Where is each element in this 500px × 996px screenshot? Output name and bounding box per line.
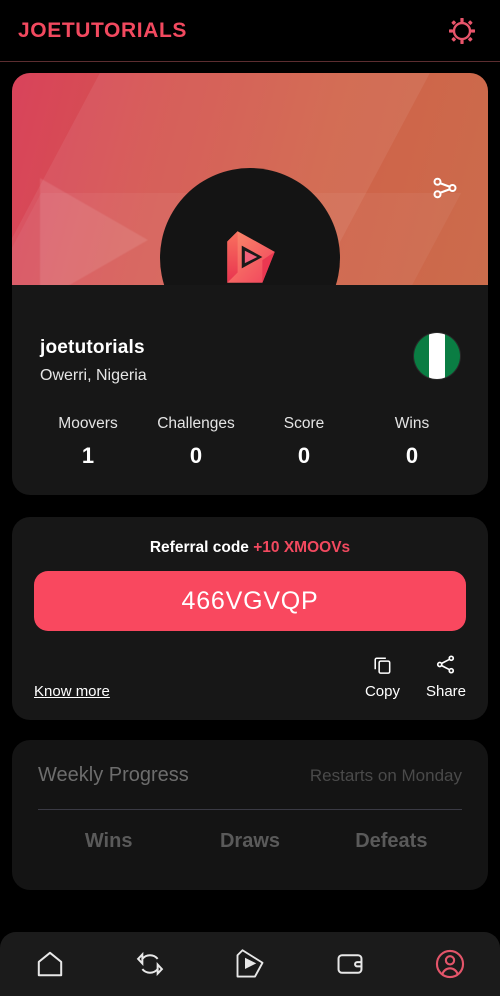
referral-actions: Copy Share bbox=[365, 653, 466, 700]
share-icon bbox=[433, 177, 457, 199]
weekly-restart-note: Restarts on Monday bbox=[309, 766, 462, 785]
know-more-link[interactable]: Know more bbox=[34, 683, 110, 700]
stat-moovers: Moovers 1 bbox=[34, 415, 142, 469]
weekly-col-wins: Wins bbox=[84, 830, 133, 852]
nigeria-flag bbox=[414, 333, 460, 379]
share-icon bbox=[437, 655, 455, 674]
scroll-content[interactable]: joetutorials Owerri, Nigeria Moovers 1 C… bbox=[0, 63, 500, 996]
stat-challenges: Challenges 0 bbox=[142, 415, 250, 469]
username: joetutorials bbox=[40, 337, 145, 358]
referral-code-button[interactable]: 466VGVQP bbox=[34, 571, 466, 631]
referral-title-text: Referral code bbox=[149, 539, 249, 556]
stat-label: Wins bbox=[394, 415, 430, 432]
profile-stats: Moovers 1 Challenges 0 Score 0 Wins 0 bbox=[12, 385, 488, 495]
play-triangle-watermark bbox=[40, 178, 148, 285]
nav-item-wallet[interactable] bbox=[300, 932, 400, 996]
nav-item-moov[interactable] bbox=[200, 932, 300, 996]
weekly-progress-card: Weekly Progress Restarts on Monday Wins … bbox=[12, 740, 488, 890]
weekly-progress-title: Weekly Progress bbox=[38, 764, 189, 786]
home-icon bbox=[37, 951, 63, 977]
stat-value: 0 bbox=[297, 443, 311, 468]
user-location: Owerri, Nigeria bbox=[40, 367, 147, 384]
copy-icon bbox=[374, 657, 391, 674]
play-logo-icon bbox=[236, 949, 264, 978]
share-label: Share bbox=[425, 683, 466, 700]
app-screen: JOETUTORIALS joetutorials Owerri, Nigeri… bbox=[0, 0, 500, 996]
app-header: JOETUTORIALS bbox=[0, 0, 500, 62]
moov-play-logo bbox=[227, 231, 275, 283]
stat-wins: Wins 0 bbox=[358, 415, 466, 469]
profile-info: joetutorials Owerri, Nigeria bbox=[12, 285, 488, 385]
weekly-progress-columns: Wins Draws Defeats bbox=[38, 830, 462, 853]
stat-value: 0 bbox=[405, 443, 419, 468]
nav-item-swap[interactable] bbox=[100, 932, 200, 996]
referral-title: Referral code +10 XMOOVs bbox=[34, 539, 466, 557]
copy-button[interactable]: Copy bbox=[365, 653, 400, 700]
profile-icon bbox=[435, 949, 465, 979]
weekly-col-defeats: Defeats bbox=[355, 830, 428, 852]
weekly-progress-header: Weekly Progress Restarts on Monday bbox=[38, 764, 462, 787]
gear-icon bbox=[449, 17, 475, 44]
stat-value: 0 bbox=[189, 443, 203, 468]
wallet-icon bbox=[337, 954, 363, 974]
divider bbox=[38, 809, 462, 810]
profile-banner bbox=[12, 73, 488, 285]
banner-share-button[interactable] bbox=[430, 173, 460, 208]
stat-label: Score bbox=[283, 415, 325, 432]
stat-score: Score 0 bbox=[250, 415, 358, 469]
nav-item-home[interactable] bbox=[0, 932, 100, 996]
swap-arrows-icon bbox=[136, 951, 164, 977]
referral-card: Referral code +10 XMOOVs 466VGVQP Know m… bbox=[12, 517, 488, 720]
stat-label: Moovers bbox=[58, 415, 118, 432]
app-brand-title: JOETUTORIALS bbox=[18, 18, 187, 42]
weekly-col-draws: Draws bbox=[219, 830, 280, 852]
referral-footer: Know more Copy Share bbox=[34, 653, 466, 700]
stat-value: 1 bbox=[81, 443, 95, 468]
referral-bonus: +10 XMOOVs bbox=[253, 539, 351, 556]
nav-item-profile[interactable] bbox=[400, 932, 500, 996]
copy-label: Copy bbox=[364, 683, 400, 700]
stat-label: Challenges bbox=[157, 415, 235, 432]
share-button[interactable]: Share bbox=[426, 653, 466, 700]
profile-card: joetutorials Owerri, Nigeria Moovers 1 C… bbox=[12, 73, 488, 495]
bottom-navigation bbox=[0, 932, 500, 996]
settings-button[interactable] bbox=[442, 11, 482, 51]
